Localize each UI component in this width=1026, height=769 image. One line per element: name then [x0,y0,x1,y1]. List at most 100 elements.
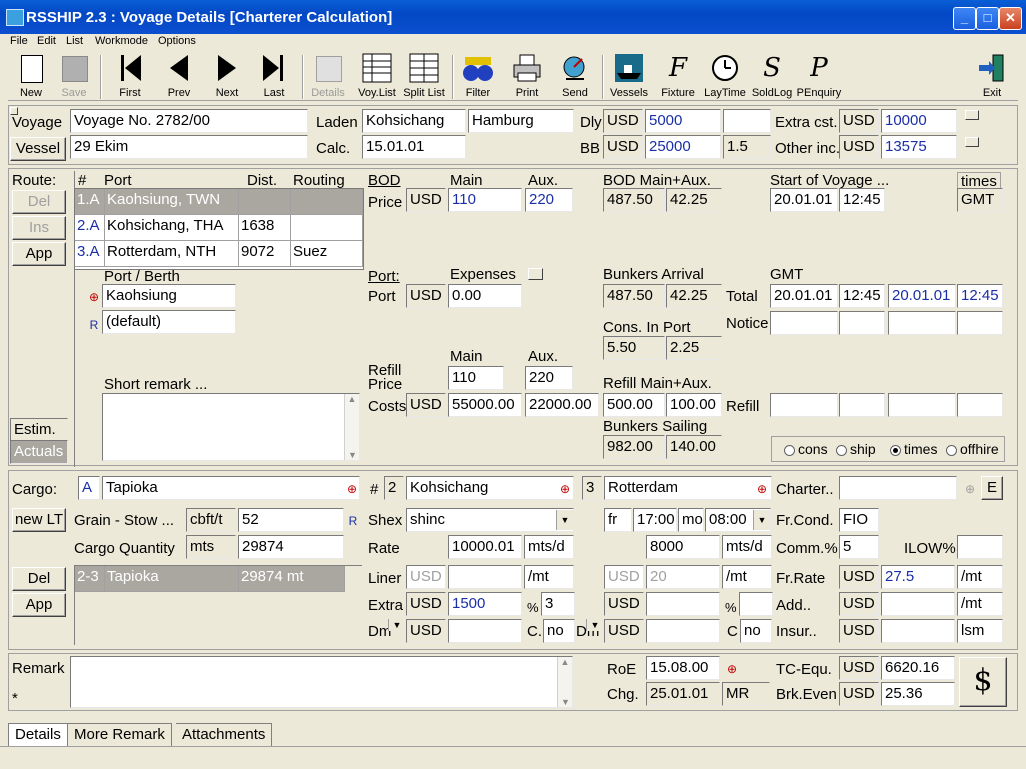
extra-cost-currency[interactable]: USD [839,109,879,133]
disch-port-lookup-icon[interactable]: ⊕ [754,481,770,497]
cargo-app-button[interactable]: App [12,593,66,617]
cargo-qty-field[interactable]: 29874 [238,535,344,559]
grain-stow-field[interactable]: 52 [238,508,344,532]
menu-list[interactable]: List [66,35,83,47]
calc-field[interactable]: 15.01.01 [362,135,466,159]
route-row-2-num[interactable]: 2.A [75,215,105,241]
disch-rate-field[interactable]: 8000 [646,535,720,559]
insurance-field[interactable] [881,619,955,643]
liner2-unit[interactable]: /mt [722,565,772,589]
refill-aux-cost-field[interactable]: 22000.00 [525,393,599,417]
laden-to-field[interactable]: Hamburg [468,109,574,133]
commission-field[interactable]: 5 [839,535,879,559]
extra2-percent-field[interactable] [739,592,773,616]
freight-rate-field[interactable]: 27.5 [881,565,955,589]
start-time-field[interactable]: 12:45 [839,188,885,212]
estim-toggle[interactable]: Estim. [10,418,68,442]
other-income-currency[interactable]: USD [839,135,879,159]
refill-aux-qty-field[interactable]: 100.00 [666,393,722,417]
minimize-button[interactable]: _ [953,7,976,30]
disch-port-num[interactable]: 3 [582,476,602,500]
extra-cost-button[interactable] [965,110,979,120]
extra2-field[interactable] [646,592,720,616]
disch-rate-unit[interactable]: mts/d [722,535,772,559]
route-row-1-port[interactable]: Kaohsiung, TWN [105,189,239,215]
start-date-field[interactable]: 20.01.01 [770,188,838,212]
roe-field[interactable]: 15.08.00 [646,656,720,680]
dm-currency[interactable]: USD [406,619,446,643]
load-rate-field[interactable]: 10000.01 [448,535,522,559]
new-button[interactable]: New [12,51,50,101]
laden-from-field[interactable]: Kohsichang [362,109,466,133]
liner-currency[interactable]: USD [406,565,446,589]
route-row-2-routing[interactable] [291,215,363,241]
refill-time-field[interactable] [839,393,885,417]
ilow-field[interactable] [957,535,1003,559]
extra-percent-field[interactable]: 3 [541,592,575,616]
dm2-currency[interactable]: USD [604,619,644,643]
dly-currency[interactable]: USD [603,109,643,133]
berth-field[interactable]: (default) [102,310,236,334]
new-lt-button[interactable]: new LT [12,508,66,532]
details-button[interactable]: Details [308,51,348,101]
extra-currency[interactable]: USD [406,592,446,616]
cargo-name-field[interactable]: Tapioka [102,476,360,500]
first-button[interactable]: First [108,51,152,101]
grain-lookup-icon[interactable]: R [345,513,361,529]
disch-port-field[interactable]: Rotterdam [604,476,772,500]
expenses-button[interactable] [528,268,543,280]
route-app-button[interactable]: App [12,242,66,266]
menu-options[interactable]: Options [158,35,196,47]
vessels-button[interactable]: Vessels [606,51,652,101]
route-row-3-num[interactable]: 3.A [75,241,105,267]
refill-date-field[interactable] [770,393,838,417]
fr-time-field[interactable]: 17:00 [633,508,677,532]
load-port-lookup-icon[interactable]: ⊕ [557,481,573,497]
voy-list-button[interactable]: Voy.List [356,51,398,101]
mode-ship-radio[interactable]: ship [836,441,876,457]
insurance-currency[interactable]: USD [839,619,879,643]
total-time-field[interactable]: 12:45 [839,284,885,308]
soldlog-button[interactable]: S SoldLog [748,51,796,101]
refill-main-cost-field[interactable]: 55000.00 [448,393,522,417]
refill-aux-price-field[interactable]: 220 [525,366,573,390]
exit-button[interactable]: Exit [970,51,1014,101]
route-row-1-routing[interactable] [291,189,363,215]
bod-currency[interactable]: USD [406,188,446,212]
load-port-num[interactable]: 2 [384,476,404,500]
dm-field[interactable] [448,619,522,643]
remark-scrollbar[interactable]: ▲ ▼ [557,657,572,707]
notice-time-field[interactable] [839,311,885,335]
freight-rate-currency[interactable]: USD [839,565,879,589]
route-row-1-num[interactable]: 1.A [75,189,105,215]
filter-button[interactable]: Filter [458,51,498,101]
bb-extra-field[interactable]: 1.5 [723,135,771,159]
last-button[interactable]: Last [254,51,294,101]
c-field[interactable]: no [543,619,575,643]
port-lookup-icon[interactable]: ⊕ [86,289,102,305]
save-button[interactable]: Save [54,51,94,101]
load-rate-unit[interactable]: mts/d [524,535,574,559]
short-remark-field[interactable] [102,393,360,461]
mo-field[interactable]: mo [678,508,704,532]
bod-main-price-field[interactable]: 110 [448,188,522,212]
app-icon[interactable] [6,9,24,26]
liner-unit[interactable]: /mt [524,565,574,589]
cons-aux-field[interactable]: 2.25 [666,336,722,360]
extra2-currency[interactable]: USD [604,592,644,616]
other-income-field[interactable]: 13575 [881,135,957,159]
calculate-dollar-button[interactable]: $ [959,657,1007,707]
refill-main-price-field[interactable]: 110 [448,366,504,390]
fixture-button[interactable]: F Fixture [656,51,700,101]
dm2-dropdown-icon[interactable]: ▼ [586,619,603,631]
mode-times-radio[interactable]: times [890,441,937,457]
route-del-button[interactable]: Del [12,190,66,214]
cargo-qty-unit[interactable]: mts [186,535,236,559]
cargo-list-range[interactable]: 2-3 [75,566,105,592]
charterer-lookup-icon[interactable]: ⊕ [962,481,978,497]
port-expense-currency[interactable]: USD [406,284,446,308]
mode-cons-radio[interactable]: cons [784,441,828,457]
bb-field[interactable]: 25000 [645,135,721,159]
dly-extra-field[interactable] [723,109,771,133]
refill-currency[interactable]: USD [406,393,446,417]
